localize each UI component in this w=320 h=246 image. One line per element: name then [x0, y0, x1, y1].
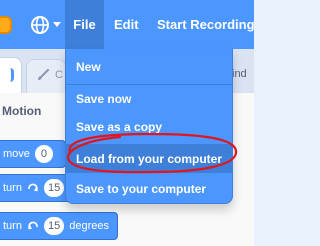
start-recording-button[interactable]: Start Recording [157, 0, 255, 49]
globe-icon [30, 15, 50, 35]
tab-sounds[interactable]: ind [232, 59, 262, 93]
scratch-cat-icon[interactable] [0, 16, 12, 34]
degrees-input[interactable]: 15 [43, 179, 65, 197]
block-label: turn [3, 220, 22, 232]
menu-item-save-now[interactable]: Save now [66, 85, 232, 113]
degrees-input[interactable]: 15 [43, 217, 65, 235]
language-menu[interactable] [30, 13, 62, 37]
tab-costumes[interactable]: C [26, 59, 66, 93]
tab-costumes-label: C [55, 69, 63, 81]
file-menu-button[interactable]: File [65, 0, 104, 49]
block-suffix: degrees [69, 220, 109, 232]
paintbrush-icon [38, 69, 49, 81]
menu-item-save-as-copy[interactable]: Save as a copy [66, 113, 232, 141]
menu-item-load-from-computer[interactable]: Load from your computer [66, 145, 232, 173]
block-label: turn [3, 182, 22, 194]
code-icon [1, 68, 14, 82]
chevron-down-icon [53, 22, 61, 28]
menu-item-new[interactable]: New [66, 53, 232, 81]
rotate-left-icon [27, 220, 39, 232]
turn-left-block[interactable]: turn 15 degrees [0, 212, 118, 240]
rotate-right-icon [27, 182, 39, 194]
move-steps-block[interactable]: move 0 [0, 140, 66, 168]
edit-menu-button[interactable]: Edit [114, 0, 139, 49]
steps-input[interactable]: 0 [34, 145, 53, 163]
tab-code[interactable] [0, 57, 22, 93]
file-dropdown-menu: New Save now Save as a copy Load from yo… [65, 49, 233, 204]
block-label: move [3, 148, 30, 160]
menu-item-save-to-computer[interactable]: Save to your computer [66, 175, 232, 203]
menu-bar: File Edit Start Recording [0, 0, 255, 49]
tab-sounds-label: ind [232, 68, 247, 80]
category-title: Motion [2, 104, 42, 118]
